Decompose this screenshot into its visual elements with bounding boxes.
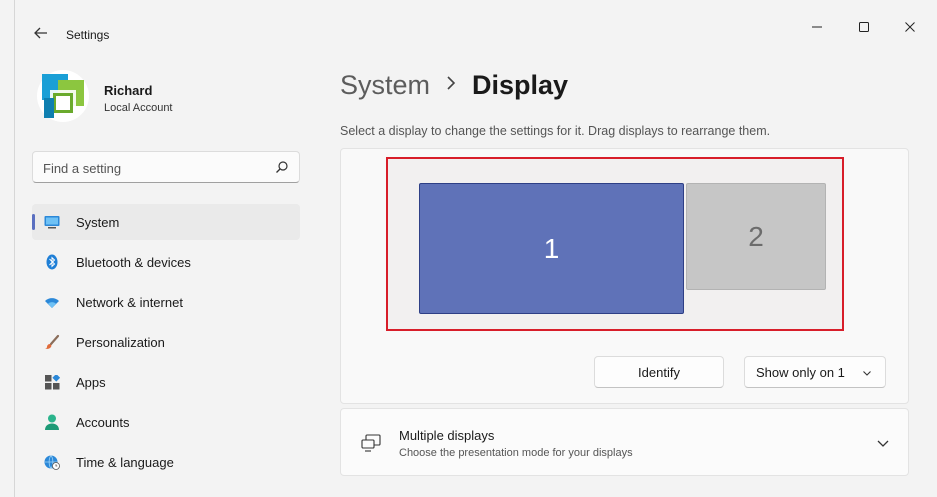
sidebar-item-label: System	[76, 215, 120, 230]
avatar	[37, 70, 89, 122]
apps-icon	[44, 374, 60, 390]
display-number: 1	[543, 232, 560, 264]
globe-clock-icon	[44, 454, 60, 470]
sidebar-item-label: Bluetooth & devices	[76, 255, 191, 270]
bluetooth-icon	[44, 254, 60, 270]
app-title: Settings	[66, 28, 110, 42]
account-type: Local Account	[104, 102, 173, 114]
close-icon	[905, 22, 915, 32]
display-number: 2	[748, 220, 764, 252]
minimize-button[interactable]	[802, 14, 832, 40]
chevron-down-icon[interactable]	[876, 436, 890, 450]
sidebar-item-network[interactable]: Network & internet	[32, 284, 300, 320]
sidebar-item-label: Personalization	[76, 335, 165, 350]
close-button[interactable]	[895, 14, 925, 40]
maximize-icon	[859, 22, 869, 32]
user-profile[interactable]: Richard Local Account	[36, 66, 296, 126]
search-box[interactable]	[32, 151, 300, 183]
sidebar-item-system[interactable]: System	[32, 204, 300, 240]
arrange-hint: Select a display to change the settings …	[340, 124, 771, 138]
maximize-button[interactable]	[849, 14, 879, 40]
back-button[interactable]	[30, 22, 52, 44]
sidebar-item-label: Network & internet	[76, 295, 183, 310]
sidebar-item-accounts[interactable]: Accounts	[32, 404, 300, 440]
chevron-down-icon	[863, 371, 871, 376]
multiple-displays-card[interactable]: Multiple displays Choose the presentatio…	[340, 408, 909, 476]
sidebar-item-label: Time & language	[76, 455, 174, 470]
sidebar-item-label: Apps	[76, 375, 106, 390]
page-title: Display	[472, 70, 569, 100]
person-icon	[44, 414, 60, 430]
search-icon[interactable]	[275, 160, 289, 174]
multiple-displays-title: Multiple displays	[399, 428, 495, 443]
minimize-icon	[812, 26, 822, 28]
brush-icon	[44, 334, 60, 350]
wifi-icon	[44, 294, 60, 310]
search-input[interactable]	[43, 159, 263, 177]
back-arrow-icon	[34, 27, 47, 39]
display-2[interactable]: 2	[686, 183, 826, 290]
breadcrumb-parent[interactable]: System	[340, 70, 430, 101]
sidebar-nav: System Bluetooth & devices Network & int…	[32, 204, 300, 484]
dropdown-selected-value: Show only on 1	[756, 364, 845, 380]
sidebar-item-bluetooth[interactable]: Bluetooth & devices	[32, 244, 300, 280]
breadcrumb: System Display	[340, 70, 568, 106]
sidebar-item-personalization[interactable]: Personalization	[32, 324, 300, 360]
active-indicator	[32, 214, 35, 230]
display-mode-dropdown[interactable]: Show only on 1	[744, 356, 886, 388]
sidebar-item-time-language[interactable]: Time & language	[32, 444, 300, 480]
sidebar-item-label: Accounts	[76, 415, 130, 430]
title-bar: Settings	[14, 0, 937, 58]
user-name: Richard	[104, 83, 153, 98]
identify-button[interactable]: Identify	[594, 356, 724, 388]
multiple-displays-icon	[361, 434, 381, 452]
sidebar-item-apps[interactable]: Apps	[32, 364, 300, 400]
chevron-right-icon	[446, 74, 456, 97]
system-monitor-icon	[44, 214, 60, 230]
multiple-displays-subtitle: Choose the presentation mode for your di…	[399, 447, 633, 459]
display-1[interactable]: 1	[419, 183, 684, 314]
